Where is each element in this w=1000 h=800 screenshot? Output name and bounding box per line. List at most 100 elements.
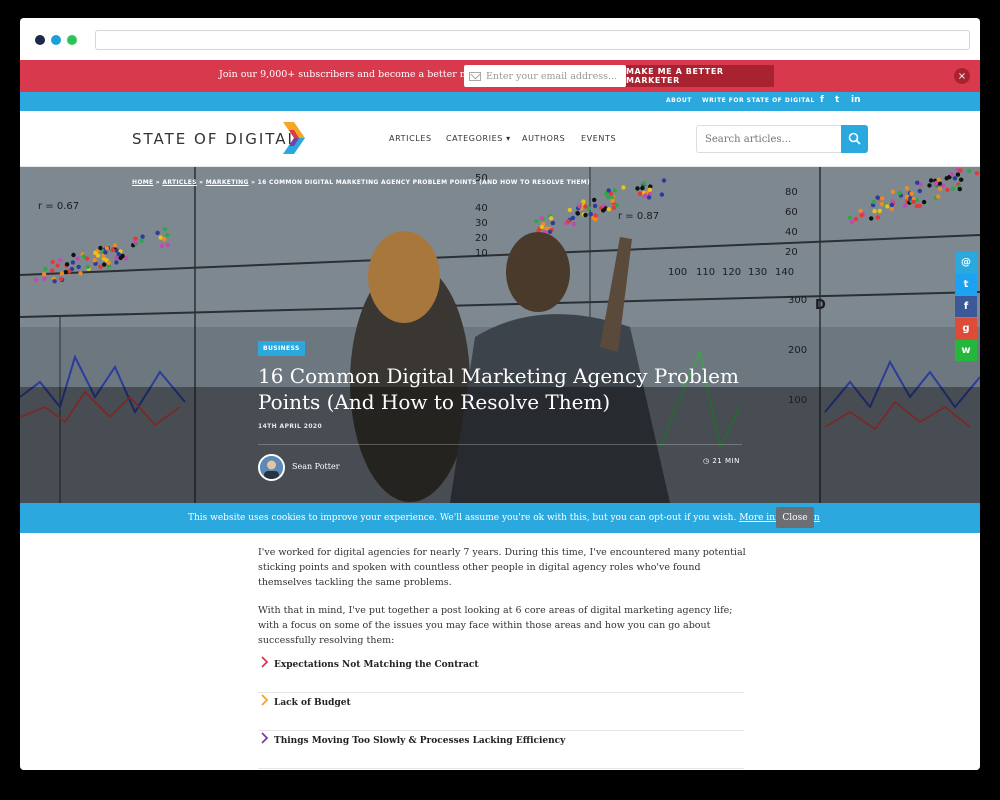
axis-label: 130 [748, 267, 767, 278]
scatter-dot [933, 180, 939, 186]
scatter-dot [945, 187, 950, 193]
scatter-dot [641, 180, 647, 186]
scatter-dot [114, 255, 119, 261]
newsletter-bar: Join our 9,000+ subscribers and become a… [20, 60, 980, 92]
facebook-icon[interactable]: f [820, 95, 824, 105]
toc-item[interactable]: Things Moving Too Slowly & Processes Lac… [258, 731, 744, 769]
mail-icon [469, 71, 481, 81]
newsletter-email-input[interactable]: Enter your email address... [464, 65, 626, 87]
scatter-dot [885, 204, 890, 209]
email-placeholder: Enter your email address... [486, 70, 618, 82]
scatter-dot [102, 262, 107, 267]
chevron-right-icon [261, 656, 269, 668]
axis-label: 20 [785, 247, 798, 258]
scatter-dot [889, 202, 894, 208]
axis-label: 40 [785, 227, 798, 238]
cookie-close-button[interactable]: Close [776, 507, 814, 528]
googleplus-share-icon[interactable]: g [955, 318, 977, 339]
scatter-dot [952, 176, 958, 181]
scatter-dot [41, 272, 47, 277]
scatter-dot [98, 245, 103, 251]
twitter-icon[interactable]: t [835, 95, 839, 105]
scatter-dot [917, 203, 922, 208]
breadcrumb-articles[interactable]: ARTICLES [162, 179, 196, 186]
write-for-link[interactable]: WRITE FOR STATE OF DIGITAL [702, 97, 815, 104]
scatter-dot [637, 191, 643, 196]
scatter-dot [575, 211, 580, 216]
email-share-icon[interactable]: @ [955, 252, 977, 273]
nav-authors[interactable]: AUTHORS [522, 134, 565, 143]
scatter-dot [50, 259, 55, 265]
toc-item[interactable]: Expectations Not Matching the Contract [258, 655, 744, 693]
scatter-dot [106, 260, 111, 265]
scatter-dot [966, 168, 972, 174]
article-date: 14TH APRIL 2020 [258, 423, 323, 430]
search-input[interactable] [696, 125, 841, 153]
breadcrumb-sep: » [196, 179, 206, 186]
window-maximize-dot[interactable] [67, 35, 77, 45]
scatter-dot [647, 187, 653, 192]
axis-label: 40 [475, 203, 488, 214]
hero-background-image: r = 0.67 r = 0.87 50 40 30 20 10 100 110… [20, 167, 980, 503]
scatter-dot [606, 188, 611, 193]
scatter-dot [84, 256, 90, 261]
scatter-dot [139, 238, 144, 243]
twitter-share-icon[interactable]: t [955, 274, 977, 295]
window-minimize-dot[interactable] [51, 35, 61, 45]
scatter-dot [95, 253, 101, 258]
top-bar: ABOUT WRITE FOR STATE OF DIGITAL f t in [20, 92, 980, 111]
scatter-dot [640, 185, 645, 191]
read-time-value: 21 MIN [712, 457, 740, 465]
about-link[interactable]: ABOUT [666, 97, 692, 104]
category-badge[interactable]: BUSINESS [258, 341, 305, 356]
whatsapp-share-icon[interactable]: w [955, 340, 977, 361]
nav-events[interactable]: EVENTS [581, 134, 616, 143]
scatter-dot [155, 230, 160, 236]
close-icon[interactable]: × [954, 68, 970, 84]
divider [258, 444, 742, 445]
nav-categories[interactable]: CATEGORIES ▾ [446, 134, 511, 143]
scatter-dot [570, 215, 576, 221]
scatter-dot [902, 203, 908, 208]
address-bar[interactable] [95, 30, 970, 50]
nav-articles[interactable]: ARTICLES [389, 134, 432, 143]
logo[interactable]: STATE OF DIGITAL [132, 130, 298, 148]
scatter-dot [583, 212, 588, 218]
scatter-dot [606, 207, 611, 212]
scatter-dot [120, 253, 125, 259]
toc-item[interactable]: Lack of Budget [258, 693, 744, 731]
article-paragraph: I've worked for digital agencies for nea… [258, 547, 746, 588]
facebook-share-icon[interactable]: f [955, 296, 977, 317]
window-close-dot[interactable] [35, 35, 45, 45]
scatter-dot [132, 240, 138, 245]
scatter-dot [42, 276, 47, 281]
scatter-dot [937, 186, 943, 191]
scatter-dot [92, 258, 97, 263]
scatter-dot [64, 262, 70, 267]
scatter-dot [915, 180, 920, 185]
search-button[interactable] [841, 125, 868, 153]
scatter-dot [936, 194, 941, 199]
axis-label: 100 [668, 267, 687, 278]
breadcrumb-home[interactable]: HOME [132, 179, 153, 186]
linkedin-icon[interactable]: in [851, 95, 861, 105]
axis-label: 30 [475, 218, 488, 229]
avatar[interactable] [258, 454, 285, 481]
scatter-dot [581, 199, 586, 204]
chevron-right-icon [261, 694, 269, 706]
scatter-dot [877, 208, 882, 214]
scatter-dot [566, 219, 571, 224]
article-title: 16 Common Digital Marketing Agency Probl… [258, 364, 739, 414]
scatter-dot [904, 186, 910, 191]
scatter-dot [577, 204, 582, 209]
scatter-dot [52, 279, 57, 284]
scatter-dot [593, 217, 598, 222]
search-icon [848, 132, 861, 145]
subscribe-button[interactable]: MAKE ME A BETTER MARKETER [626, 65, 774, 87]
scatter-dot [917, 188, 922, 194]
author-name[interactable]: Sean Potter [292, 462, 340, 471]
avatar-image [260, 456, 283, 479]
scatter-dot [550, 220, 555, 226]
scatter-dot [643, 193, 648, 198]
breadcrumb-marketing[interactable]: MARKETING [206, 179, 249, 186]
